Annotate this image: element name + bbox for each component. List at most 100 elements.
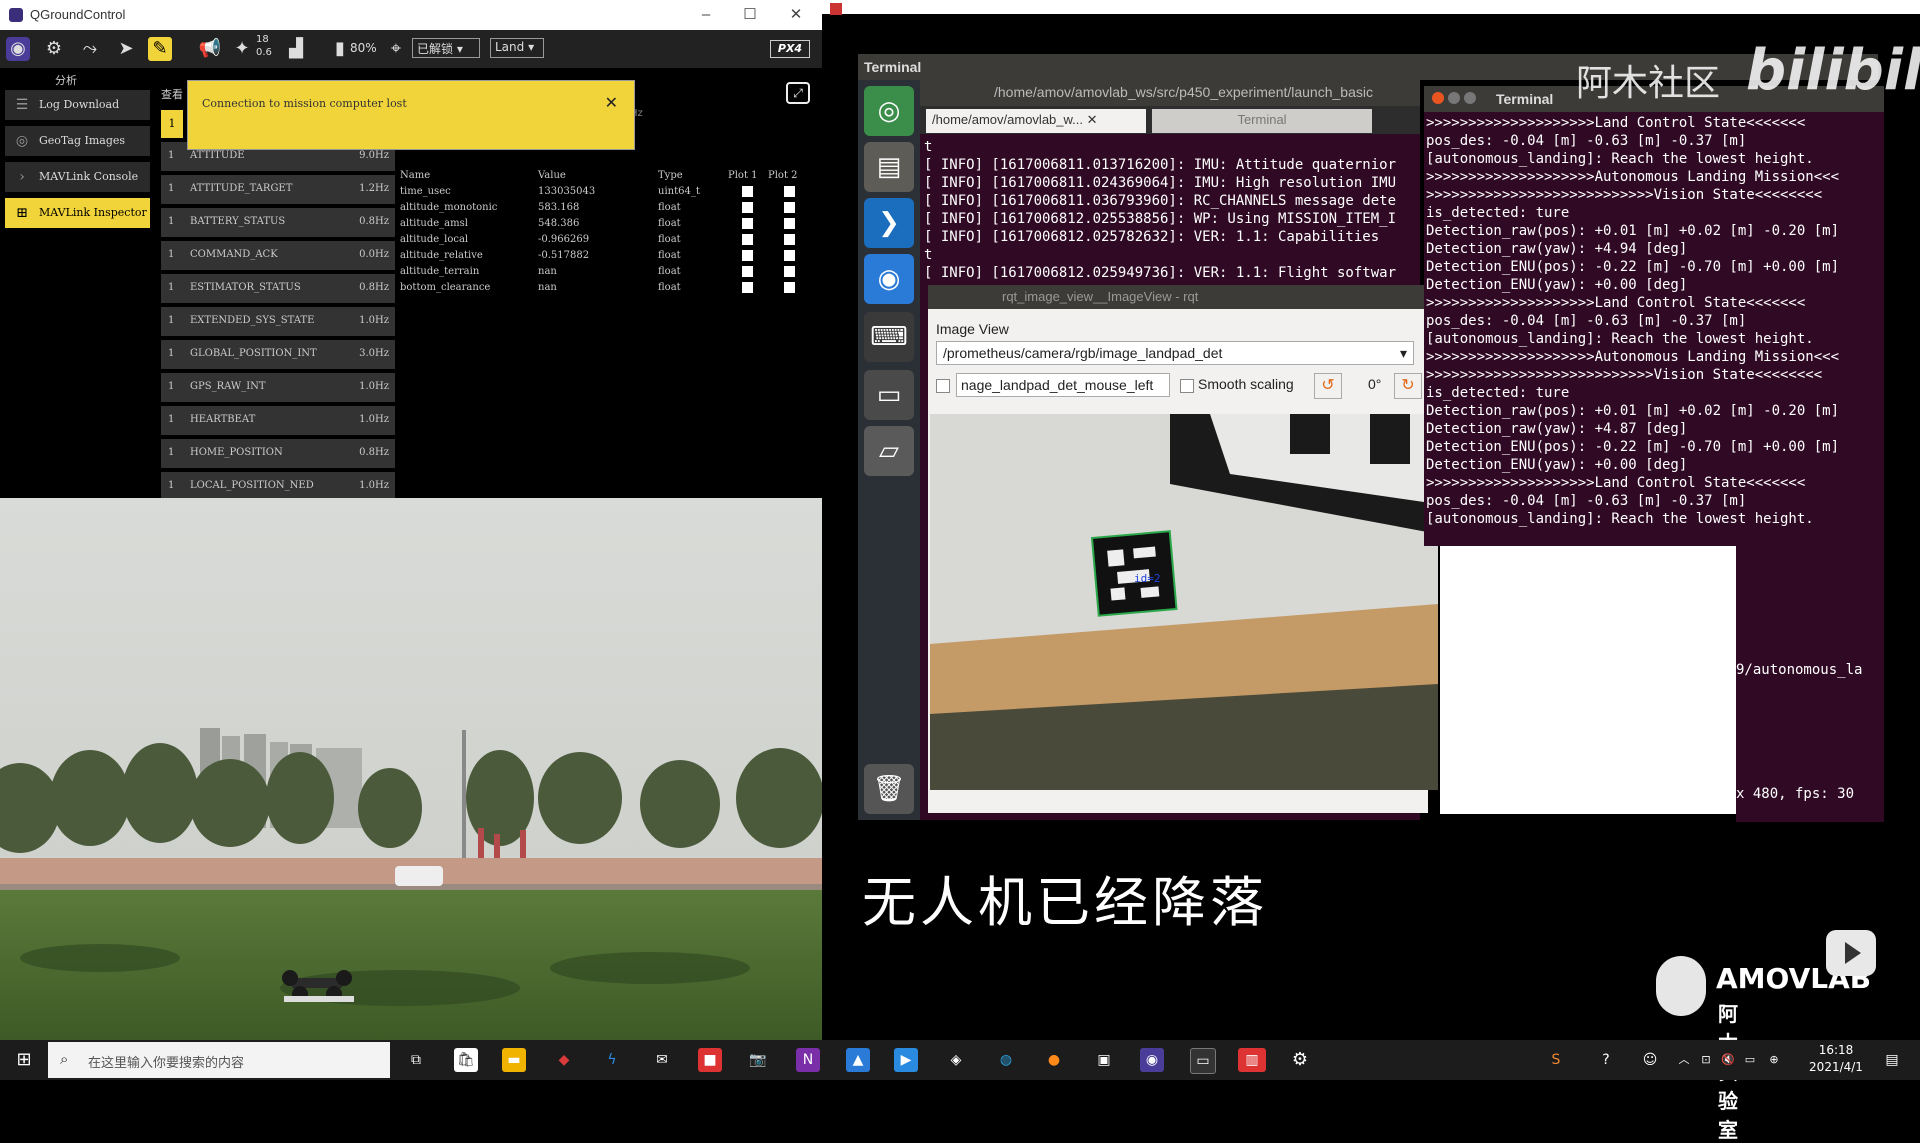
app-icon[interactable]: ◈ <box>944 1048 968 1072</box>
flight-mode-dropdown[interactable]: Land ▾ <box>490 38 544 58</box>
taskbar-search-input[interactable]: ⌕ 在这里输入你要搜索的内容 <box>48 1042 390 1078</box>
windows-start-icon[interactable]: ⊞ <box>12 1048 36 1072</box>
task-view-icon[interactable]: ⧉ <box>404 1048 428 1072</box>
sidebar-item-log-download[interactable]: ☰ Log Download <box>5 90 150 120</box>
plot1-checkbox[interactable] <box>742 266 753 277</box>
zoom-icon[interactable]: ▶ <box>894 1048 918 1072</box>
files-icon[interactable]: ▤ <box>864 142 914 192</box>
people-icon[interactable]: ☺ <box>1638 1048 1662 1072</box>
mouse-topic-input[interactable]: nage_landpad_det_mouse_left <box>956 373 1170 397</box>
system-clock[interactable]: 16:18 2021/4/1 <box>1806 1042 1866 1076</box>
window-icon[interactable]: ▭ <box>864 370 914 420</box>
plot1-checkbox[interactable] <box>742 202 753 213</box>
disk-icon[interactable]: ▱ <box>864 426 914 476</box>
tray-app-icon[interactable]: S <box>1544 1048 1568 1072</box>
app-red2-icon[interactable]: ■ <box>698 1048 722 1072</box>
notification-icon[interactable]: ▤ <box>1880 1048 1904 1072</box>
close-icon[interactable]: ✕ <box>605 93 618 112</box>
top-row-number[interactable]: 1 <box>161 110 183 138</box>
ime-icon[interactable]: ⊕ <box>1762 1048 1786 1072</box>
message-row[interactable]: 1 LOCAL_POSITION_NED 1.0Hz <box>161 472 395 501</box>
message-row[interactable]: 1 GPS_RAW_INT 1.0Hz <box>161 373 395 402</box>
fly-icon[interactable]: ➤ <box>114 37 138 61</box>
trail-path-text: 9/autonomous_la <box>1736 662 1863 678</box>
message-row[interactable]: 1 GLOBAL_POSITION_INT 3.0Hz <box>161 340 395 369</box>
message-name: GPS_RAW_INT <box>190 381 266 392</box>
gamepad-icon[interactable]: ▣ <box>1092 1048 1116 1072</box>
trash-icon[interactable]: 🗑 <box>864 764 914 814</box>
sidebar-item-mavlink-inspector[interactable]: ⊞ MAVLink Inspector <box>5 198 150 228</box>
terminal-icon[interactable]: ⌨ <box>864 312 914 362</box>
plot2-checkbox[interactable] <box>784 218 795 229</box>
arm-state-dropdown[interactable]: 已解锁 ▾ <box>412 38 480 58</box>
maximize-icon[interactable]: ☐ <box>730 3 770 27</box>
terminal-tab-2[interactable]: Terminal <box>1152 109 1372 133</box>
chromium-icon[interactable]: ◉ <box>864 254 914 304</box>
sidebar-item-geotag-images[interactable]: ◎ GeoTag Images <box>5 126 150 156</box>
rotate-left-icon[interactable]: ↺ <box>1314 373 1342 399</box>
plan-icon[interactable]: ⤳ <box>78 37 102 61</box>
message-row[interactable]: 1 BATTERY_STATUS 0.8Hz <box>161 208 395 237</box>
message-row[interactable]: 1 COMMAND_ACK 0.0Hz <box>161 241 395 270</box>
terminal-tab-1[interactable]: /home/amov/amovlab_w... ✕ <box>926 109 1146 133</box>
smooth-scaling-checkbox[interactable] <box>1180 379 1194 393</box>
close-icon[interactable]: ✕ <box>776 3 816 27</box>
ubuntu-home-icon[interactable]: ◎ <box>864 86 914 136</box>
mouse-topic-checkbox[interactable] <box>936 379 950 393</box>
message-row[interactable]: 1 HOME_POSITION 0.8Hz <box>161 439 395 468</box>
store-icon[interactable]: 🛍 <box>454 1048 478 1072</box>
qgc-toolbar: ◉ ⚙ ⤳ ➤ ✎ 📢 ✦ 18 0.6 ▟ ▮ 80% ⌖ 已解锁 ▾ Lan… <box>0 30 822 68</box>
plot2-checkbox[interactable] <box>784 234 795 245</box>
terminal-taskbar-icon[interactable]: ▭ <box>1190 1048 1216 1074</box>
plot2-checkbox[interactable] <box>784 250 795 261</box>
vs-icon[interactable]: ϟ <box>600 1048 624 1072</box>
play-icon[interactable] <box>1826 930 1876 976</box>
onenote-icon[interactable]: N <box>796 1048 820 1072</box>
help-icon[interactable]: ? <box>1594 1048 1618 1072</box>
plot1-checkbox[interactable] <box>742 234 753 245</box>
settings-gears-icon[interactable]: ⚙ <box>42 37 66 61</box>
megaphone-icon[interactable]: 📢 <box>198 37 222 61</box>
app-red-icon[interactable]: ◆ <box>552 1048 576 1072</box>
plot1-checkbox[interactable] <box>742 218 753 229</box>
qgc-logo-icon[interactable]: ◉ <box>6 37 30 61</box>
plot1-checkbox[interactable] <box>742 282 753 293</box>
power-icon[interactable]: ▭ <box>1738 1048 1762 1072</box>
battery-icon[interactable]: ▮ <box>328 37 352 61</box>
gps-lock-icon[interactable]: ⌖ <box>384 37 408 61</box>
network-icon[interactable]: ⊡ <box>1694 1048 1718 1072</box>
plot1-checkbox[interactable] <box>742 250 753 261</box>
camera-icon[interactable]: 📷 <box>746 1048 770 1072</box>
recorder-taskbar-icon[interactable]: ▥ <box>1238 1048 1266 1072</box>
qgc-taskbar-icon[interactable]: ◉ <box>1140 1048 1164 1072</box>
popout-icon[interactable]: ⤢ <box>786 82 810 104</box>
satellite-icon[interactable]: ✦ <box>230 37 254 61</box>
analyze-icon[interactable]: ✎ <box>148 37 172 61</box>
settings-icon[interactable]: ⚙ <box>1288 1048 1312 1072</box>
maximize-icon[interactable] <box>1464 92 1476 104</box>
plot1-checkbox[interactable] <box>742 186 753 197</box>
message-row[interactable]: 1 EXTENDED_SYS_STATE 1.0Hz <box>161 307 395 336</box>
edge-icon[interactable]: ◍ <box>994 1048 1018 1072</box>
file-explorer-icon[interactable]: ▬ <box>502 1048 526 1072</box>
plot2-checkbox[interactable] <box>784 202 795 213</box>
firefox-icon[interactable]: ● <box>1042 1048 1066 1072</box>
vscode-icon[interactable]: ❯ <box>864 198 914 248</box>
message-row[interactable]: 1 ESTIMATOR_STATUS 0.8Hz <box>161 274 395 303</box>
rotate-right-icon[interactable]: ↻ <box>1394 373 1422 399</box>
plot2-checkbox[interactable] <box>784 282 795 293</box>
plot2-checkbox[interactable] <box>784 266 795 277</box>
rc-signal-icon[interactable]: ▟ <box>284 37 308 61</box>
mail-icon[interactable]: ✉ <box>650 1048 674 1072</box>
close-icon[interactable] <box>1432 92 1444 104</box>
plot2-checkbox[interactable] <box>784 186 795 197</box>
minimize-icon[interactable]: – <box>686 3 726 27</box>
photos-icon[interactable]: ▲ <box>846 1048 870 1072</box>
message-row[interactable]: 1 ATTITUDE_TARGET 1.2Hz <box>161 175 395 204</box>
minimize-icon[interactable] <box>1448 92 1460 104</box>
volume-muted-icon[interactable]: 🔇 <box>1716 1048 1740 1072</box>
sidebar-item-mavlink-console[interactable]: › MAVLink Console <box>5 162 150 192</box>
tray-expand-icon[interactable]: ︿ <box>1672 1048 1696 1072</box>
message-row[interactable]: 1 HEARTBEAT 1.0Hz <box>161 406 395 435</box>
topic-select[interactable]: /prometheus/camera/rgb/image_landpad_det… <box>936 341 1414 365</box>
